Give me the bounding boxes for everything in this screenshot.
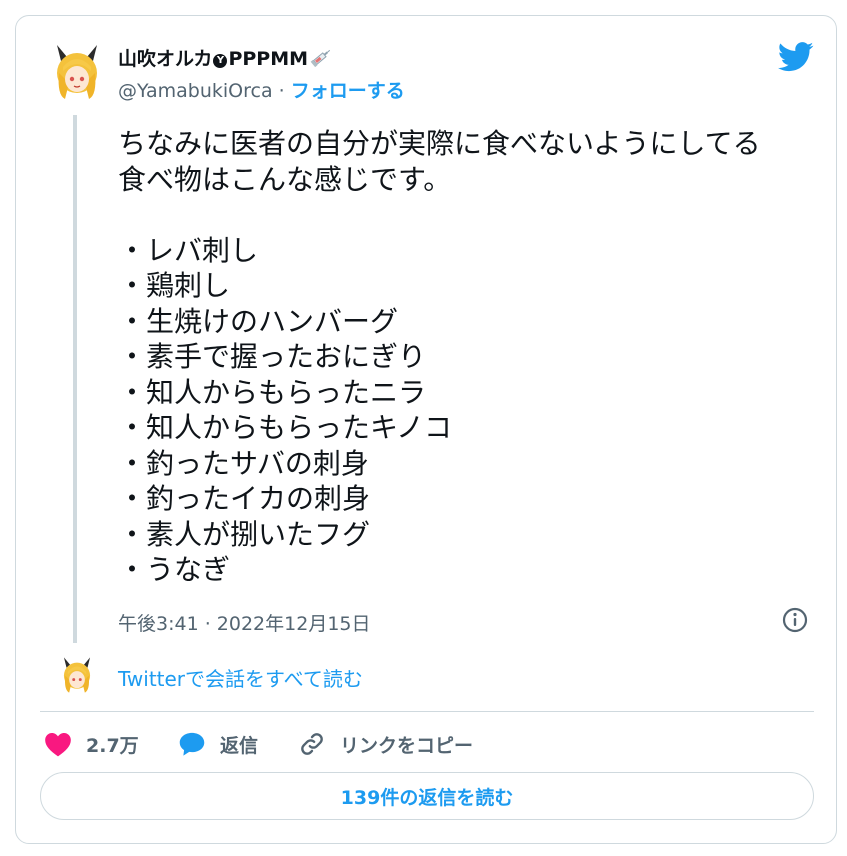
- avatar[interactable]: [51, 43, 103, 101]
- reply-label: 返信: [220, 734, 259, 757]
- tweet-timestamp[interactable]: 午後3:41 · 2022年12月15日: [118, 609, 371, 636]
- reply-button[interactable]: 返信: [178, 727, 258, 761]
- tweet-line: ・レバ刺し: [118, 233, 259, 267]
- tweet-line: 食べ物はこんな感じです。: [118, 162, 452, 196]
- display-name-text: 山吹オルカ: [118, 48, 213, 70]
- user-display-name[interactable]: 山吹オルカ Y PPPMM: [118, 44, 332, 71]
- link-icon: [301, 733, 323, 755]
- tweet-line: ・知人からもらったキノコ: [118, 411, 453, 444]
- tweet-line: ・生焼けのハンバーグ: [118, 304, 399, 338]
- copy-link-button[interactable]: リンクをコピー: [298, 727, 473, 761]
- thread-line: [73, 115, 77, 643]
- twitter-bird-icon[interactable]: [778, 42, 814, 72]
- copy-link-label: リンクをコピー: [340, 734, 474, 757]
- reply-bubble-icon: [179, 732, 205, 756]
- avatar-small: [63, 657, 91, 693]
- tweet-line: ・知人からもらったニラ: [118, 375, 427, 409]
- tweet-text: ちなみに医者の自分が実際に食べないようにしてる 食べ物はこんな感じです。 ・レバ刺し…: [118, 126, 818, 588]
- read-replies-button[interactable]: 139件の返信を読む: [40, 772, 814, 820]
- divider: [40, 711, 814, 712]
- tweet-line: ・鶏刺し: [118, 269, 231, 302]
- tweet-line: ・素人が捌いたフグ: [118, 517, 371, 551]
- user-handle[interactable]: @YamabukiOrca: [118, 80, 273, 102]
- follow-link[interactable]: フォローする: [291, 80, 405, 102]
- separator-dot: ·: [272, 80, 291, 102]
- tweet-line: ・釣ったサバの刺身: [118, 446, 369, 480]
- read-conversation-link[interactable]: Twitterで会話をすべて読む: [118, 663, 363, 692]
- tweet-line: ・素手で握ったおにぎり: [118, 340, 427, 373]
- read-replies-label: 139件の返信を読む: [340, 786, 514, 809]
- tweet-line: ・釣ったイカの刺身: [118, 482, 371, 515]
- like-count: 2.7万: [86, 734, 139, 757]
- user-handle-line: @YamabukiOrca · フォローする: [118, 76, 405, 103]
- heart-icon: [45, 733, 71, 757]
- display-name-suffix: PPPMM: [228, 48, 309, 70]
- like-button[interactable]: 2.7万: [44, 727, 139, 761]
- badge-icon: Y: [213, 54, 228, 68]
- info-icon[interactable]: [781, 606, 809, 634]
- syringe-icon: [310, 49, 331, 67]
- tweet-line: ・うなぎ: [118, 553, 231, 586]
- tweet-line: ちなみに医者の自分が実際に食べないようにしてる: [118, 127, 761, 160]
